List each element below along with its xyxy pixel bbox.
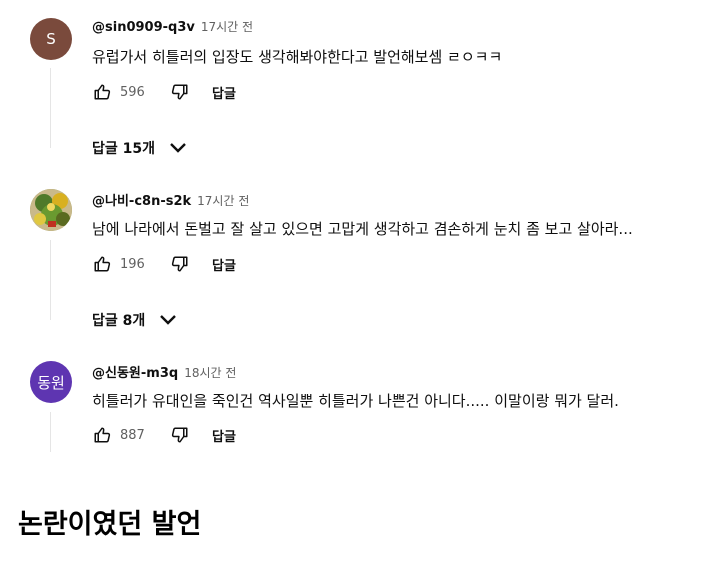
comment-actions: 887 답글 <box>92 425 236 445</box>
avatar[interactable] <box>30 189 72 231</box>
comment-text: 히틀러가 유대인을 죽인건 역사일뿐 히틀러가 나쁜건 아니다..... 이말이… <box>92 392 619 410</box>
comment-meta: @나비-c8n-s2k 17시간 전 <box>92 190 249 209</box>
comment-meta: @신동원-m3q 18시간 전 <box>92 362 236 381</box>
comment-author[interactable]: @나비-c8n-s2k <box>92 194 191 209</box>
thumbs-down-icon[interactable] <box>170 254 190 274</box>
avatar-image <box>30 189 72 231</box>
like-count: 596 <box>120 84 145 100</box>
avatar-letter: S <box>46 30 56 48</box>
replies-label: 답글 15개 <box>92 141 155 157</box>
thumbs-up-icon[interactable] <box>92 254 112 274</box>
comment-text: 유럽가서 히틀러의 입장도 생각해봐야한다고 발언해보셈 ㄹㅇㅋㅋ <box>92 48 503 66</box>
comment-author[interactable]: @신동원-m3q <box>92 366 178 381</box>
chevron-down-icon <box>169 142 187 154</box>
comment-meta: @sin0909-q3v 17시간 전 <box>92 18 253 35</box>
avatar-letter: 동원 <box>37 373 65 392</box>
comment-author[interactable]: @sin0909-q3v <box>92 20 195 35</box>
thumbs-down-icon[interactable] <box>170 82 190 102</box>
thread-line <box>50 240 51 320</box>
comment-actions: 196 답글 <box>92 254 236 274</box>
replies-label: 답글 8개 <box>92 313 146 329</box>
comment-time[interactable]: 18시간 전 <box>184 366 236 380</box>
thread-line <box>50 68 51 148</box>
thread-line <box>50 412 51 452</box>
caption-text: 논란이였던 발언 <box>18 509 202 540</box>
thumbs-up-icon[interactable] <box>92 82 112 102</box>
reply-button[interactable]: 답글 <box>212 426 236 445</box>
like-count: 887 <box>120 427 145 443</box>
chevron-down-icon <box>159 314 177 326</box>
reply-button[interactable]: 답글 <box>212 255 236 274</box>
like-count: 196 <box>120 256 145 272</box>
replies-toggle[interactable]: 답글 8개 <box>92 310 177 330</box>
avatar[interactable]: S <box>30 18 72 60</box>
comment-time[interactable]: 17시간 전 <box>201 20 253 34</box>
thumbs-down-icon[interactable] <box>170 425 190 445</box>
comment-actions: 596 답글 <box>92 82 236 102</box>
thumbs-up-icon[interactable] <box>92 425 112 445</box>
replies-toggle[interactable]: 답글 15개 <box>92 138 187 158</box>
comment-text: 남에 나라에서 돈벌고 잘 살고 있으면 고맙게 생각하고 겸손하게 눈치 좀 … <box>92 220 633 238</box>
comment-time[interactable]: 17시간 전 <box>197 194 249 208</box>
avatar[interactable]: 동원 <box>30 361 72 403</box>
reply-button[interactable]: 답글 <box>212 83 236 102</box>
